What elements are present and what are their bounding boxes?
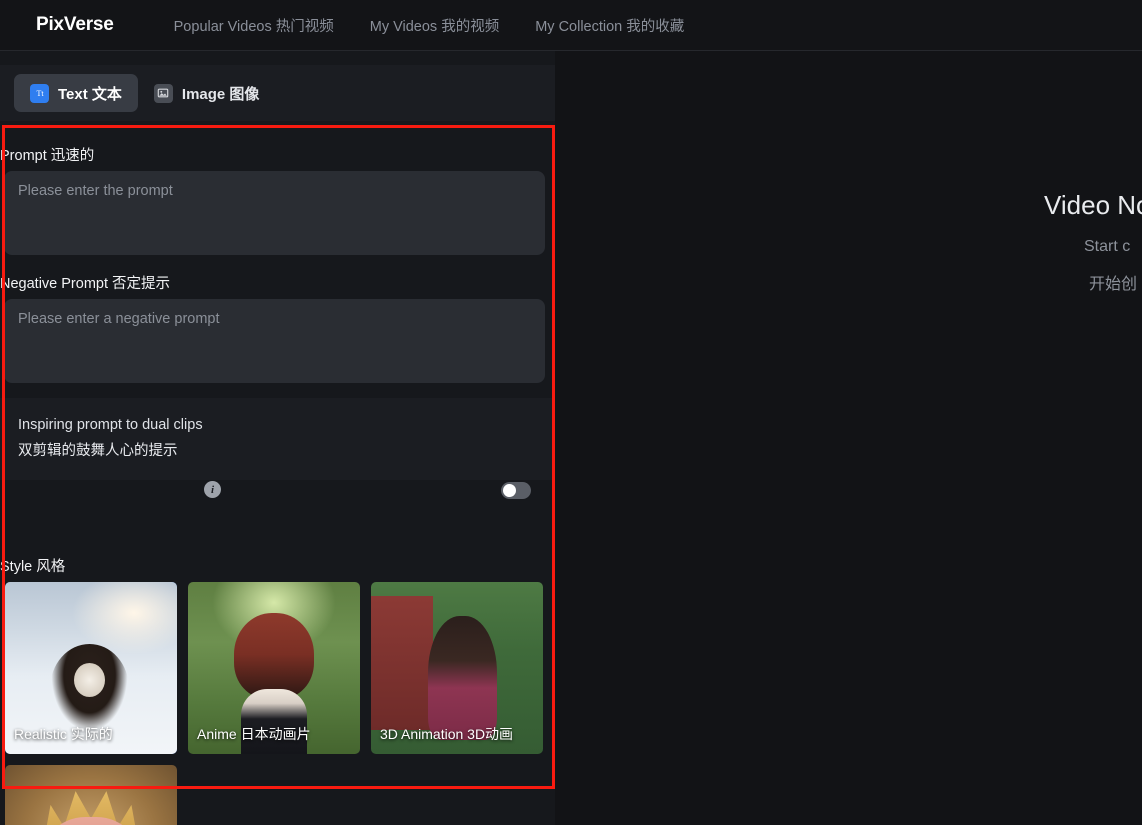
style-card-fantasy[interactable] bbox=[5, 765, 177, 825]
negative-prompt-input[interactable]: Please enter a negative prompt bbox=[4, 299, 545, 383]
dual-clips-label-cn: 双剪辑的鼓舞人心的提示 bbox=[18, 443, 178, 459]
prompt-label: Prompt 迅速的 bbox=[0, 148, 95, 164]
nav-my-collection[interactable]: My Collection 我的收藏 bbox=[517, 15, 702, 36]
nav-popular-videos[interactable]: Popular Videos 热门视频 bbox=[156, 15, 352, 36]
mode-tabbar: Tt Text 文本 Image 图像 bbox=[0, 65, 555, 121]
style-label: Style 风格 bbox=[0, 559, 66, 575]
dual-clips-label: Inspiring prompt to dual clips 双剪辑的鼓舞人心的… bbox=[18, 412, 203, 464]
prompt-input[interactable]: Please enter the prompt bbox=[4, 171, 545, 255]
tab-image[interactable]: Image 图像 bbox=[138, 74, 276, 112]
style-card-label: Anime 日本动画片 bbox=[197, 726, 311, 742]
generation-settings-panel: Tt Text 文本 Image 图像 Prompt 迅速的 Please en… bbox=[0, 51, 555, 825]
dual-clips-label-en: Inspiring prompt to dual clips bbox=[18, 417, 203, 433]
preview-subtitle-cn: 开始创 bbox=[1089, 276, 1138, 293]
tab-text[interactable]: Tt Text 文本 bbox=[14, 74, 138, 112]
info-icon[interactable]: i bbox=[204, 481, 221, 498]
style-card-anime[interactable]: Anime 日本动画片 bbox=[188, 582, 360, 754]
negative-prompt-label: Negative Prompt 否定提示 bbox=[0, 276, 171, 292]
dual-clips-row: Inspiring prompt to dual clips 双剪辑的鼓舞人心的… bbox=[0, 398, 555, 480]
tab-text-label: Text 文本 bbox=[58, 85, 122, 103]
text-icon: Tt bbox=[30, 83, 49, 103]
toggle-knob bbox=[503, 484, 516, 497]
main-nav: Popular Videos 热门视频 My Videos 我的视频 My Co… bbox=[156, 15, 703, 36]
app-header: PixVerse Popular Videos 热门视频 My Videos 我… bbox=[0, 0, 1142, 51]
style-thumbnail-fantasy bbox=[5, 765, 177, 825]
style-card-realistic[interactable]: Realistic 实际的 bbox=[5, 582, 177, 754]
brand-logo[interactable]: PixVerse bbox=[36, 14, 114, 36]
tab-image-label: Image 图像 bbox=[181, 85, 260, 103]
image-icon bbox=[153, 83, 173, 103]
dual-clips-toggle[interactable] bbox=[501, 482, 531, 499]
preview-subtitle-en: Start c bbox=[1084, 238, 1131, 255]
style-card-label: Realistic 实际的 bbox=[14, 726, 113, 742]
style-card-label: 3D Animation 3D动画 bbox=[380, 726, 514, 742]
nav-my-videos[interactable]: My Videos 我的视频 bbox=[352, 15, 517, 36]
video-preview-panel: Video No Start c 开始创 bbox=[555, 51, 1142, 825]
style-card-3d-animation[interactable]: 3D Animation 3D动画 bbox=[371, 582, 543, 754]
preview-title: Video No bbox=[1044, 190, 1142, 220]
svg-text:Tt: Tt bbox=[36, 89, 44, 98]
style-grid: Realistic 实际的 Anime 日本动画片 3D Animation 3… bbox=[5, 582, 553, 825]
